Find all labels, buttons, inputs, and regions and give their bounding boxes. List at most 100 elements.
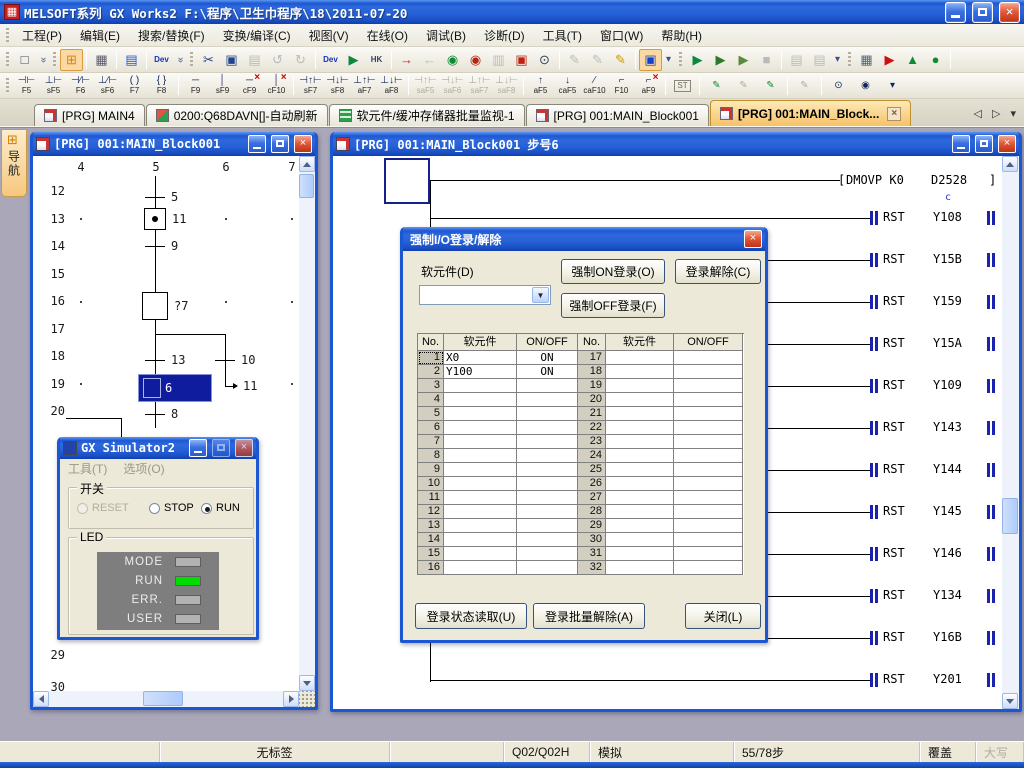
table-cell[interactable] — [606, 547, 674, 561]
table-cell[interactable] — [444, 407, 517, 421]
table-cell[interactable] — [517, 421, 578, 435]
table-cell[interactable] — [674, 477, 743, 491]
ladder-device[interactable]: Y15A — [933, 336, 962, 350]
sfc-minimize-button[interactable] — [248, 135, 266, 153]
watch-batch-icon[interactable]: ▤ — [808, 49, 831, 71]
rising-pulse-branch-icon[interactable]: ⊥↑⊢aF7 — [351, 74, 378, 98]
table-cell[interactable] — [674, 435, 743, 449]
menu-item-2[interactable]: 搜索/替换(F) — [129, 24, 214, 47]
table-cell[interactable]: ON — [517, 365, 578, 379]
note-edit-icon[interactable]: ✎ — [609, 49, 632, 71]
dropdown-icon[interactable]: ▾ — [831, 49, 844, 71]
table-cell[interactable]: Y100 — [444, 365, 517, 379]
table-cell[interactable] — [606, 449, 674, 463]
scroll-left-button[interactable] — [33, 691, 49, 707]
table-cell[interactable] — [606, 379, 674, 393]
simulator-title-bar[interactable]: GX Simulator2 × — [60, 437, 256, 459]
table-cell[interactable] — [606, 421, 674, 435]
menu-item-6[interactable]: 调试(B) — [417, 24, 475, 47]
ladder-selected-cell[interactable] — [384, 158, 430, 204]
program-display-icon[interactable]: ▤ — [120, 49, 143, 71]
table-row-number[interactable]: 9 — [418, 463, 444, 477]
table-row-number[interactable]: 28 — [578, 505, 606, 519]
table-row-number[interactable]: 16 — [418, 561, 444, 575]
scroll-down-button[interactable] — [1002, 693, 1018, 709]
batch-cancel-button[interactable]: 登录批量解除(A) — [533, 603, 645, 629]
sfc-transition[interactable] — [145, 197, 165, 198]
program-check-icon[interactable]: ▣ — [510, 49, 533, 71]
ladder-instruction[interactable]: RST — [883, 630, 905, 644]
table-cell[interactable] — [444, 491, 517, 505]
menu-item-3[interactable]: 变换/编译(C) — [214, 24, 300, 47]
open-contact-icon[interactable]: ⊣⊢F5 — [13, 74, 40, 98]
simulator-minimize-button[interactable] — [189, 439, 207, 457]
falling-pulse-close-icon[interactable]: ⊣↓⊢saF6 — [439, 74, 466, 98]
redo-icon[interactable]: ↻ — [289, 49, 312, 71]
scroll-up-button[interactable] — [1002, 156, 1018, 172]
table-cell[interactable] — [517, 463, 578, 477]
table-cell[interactable] — [517, 491, 578, 505]
table-cell[interactable] — [517, 477, 578, 491]
copy-icon[interactable]: ▣ — [220, 49, 243, 71]
radio-stop[interactable]: STOP — [149, 502, 194, 514]
menu-item-5[interactable]: 在线(O) — [358, 24, 417, 47]
table-row-number[interactable]: 31 — [578, 547, 606, 561]
table-row-number[interactable]: 7 — [418, 435, 444, 449]
ladder-instruction[interactable]: RST — [883, 210, 905, 224]
table-cell[interactable] — [674, 505, 743, 519]
menu-item-1[interactable]: 编辑(E) — [71, 24, 129, 47]
watch-window-icon[interactable]: ▤ — [785, 49, 808, 71]
menu-item-0[interactable]: 工程(P) — [13, 24, 71, 47]
sfc-step-active[interactable] — [144, 208, 166, 230]
tab-2[interactable]: 软元件/缓冲存储器批量监视-1 — [329, 104, 525, 126]
warning-icon[interactable]: ▲ — [901, 49, 924, 71]
table-cell[interactable] — [444, 519, 517, 533]
table-cell[interactable] — [674, 379, 743, 393]
scrollbar-thumb[interactable] — [299, 174, 314, 198]
table-cell[interactable] — [517, 393, 578, 407]
horizontal-line-icon[interactable]: ─F9 — [182, 74, 209, 98]
table-cell[interactable] — [606, 407, 674, 421]
ladder-device[interactable]: Y134 — [933, 588, 962, 602]
cancel-register-button[interactable]: 登录解除(C) — [675, 259, 761, 284]
closed-contact-icon[interactable]: ⊣∕⊢F6 — [67, 74, 94, 98]
ladder-instruction[interactable]: RST — [883, 672, 905, 686]
table-cell[interactable] — [674, 393, 743, 407]
table-cell[interactable] — [606, 533, 674, 547]
ladder-instruction[interactable]: RST — [883, 420, 905, 434]
zoom-find-icon[interactable]: ⊙ — [533, 49, 556, 71]
table-cell[interactable] — [444, 435, 517, 449]
table-row-number[interactable]: 8 — [418, 449, 444, 463]
scroll-right-button[interactable] — [283, 691, 299, 707]
table-cell[interactable] — [606, 351, 674, 365]
cut-icon[interactable]: ✂ — [197, 49, 220, 71]
ladder-instruction[interactable]: RST — [883, 588, 905, 602]
table-row-number[interactable]: 19 — [578, 379, 606, 393]
monitor-terminal-icon[interactable]: ▶ — [342, 49, 365, 71]
tab-4[interactable]: [PRG] 001:MAIN_Block...× — [710, 100, 911, 126]
table-row-number[interactable]: 5 — [418, 407, 444, 421]
ladder-instruction[interactable]: RST — [883, 546, 905, 560]
simulator-menu-item-1[interactable]: 选项(O) — [123, 460, 164, 477]
table-cell[interactable] — [674, 421, 743, 435]
menu-item-4[interactable]: 视图(V) — [300, 24, 358, 47]
rising-pulse-icon[interactable]: ⊣↑⊢sF7 — [297, 74, 324, 98]
tab-1[interactable]: 0200:Q68DAVN[]-自动刷新 — [146, 104, 328, 126]
menu-item-8[interactable]: 工具(T) — [534, 24, 591, 47]
ladder-device[interactable]: Y143 — [933, 420, 962, 434]
close-button[interactable]: × — [999, 2, 1020, 23]
batch-comment-icon[interactable]: ✎ — [791, 74, 818, 98]
table-cell[interactable] — [444, 449, 517, 463]
closed-branch-icon[interactable]: ⊥∕⊢sF6 — [94, 74, 121, 98]
ladder-vertical-scrollbar[interactable] — [1002, 156, 1019, 709]
table-row-number[interactable]: 12 — [418, 505, 444, 519]
history-clock-icon[interactable]: ◉ — [852, 74, 879, 98]
dialog-close-button[interactable]: × — [744, 230, 762, 248]
table-row-number[interactable]: 26 — [578, 477, 606, 491]
table-cell[interactable] — [444, 547, 517, 561]
ladder-instruction[interactable]: RST — [883, 378, 905, 392]
table-row-number[interactable]: 10 — [418, 477, 444, 491]
device-comment-icon[interactable]: ✎ — [563, 49, 586, 71]
new-document-icon[interactable]: □ — [13, 49, 36, 71]
table-cell[interactable] — [606, 435, 674, 449]
